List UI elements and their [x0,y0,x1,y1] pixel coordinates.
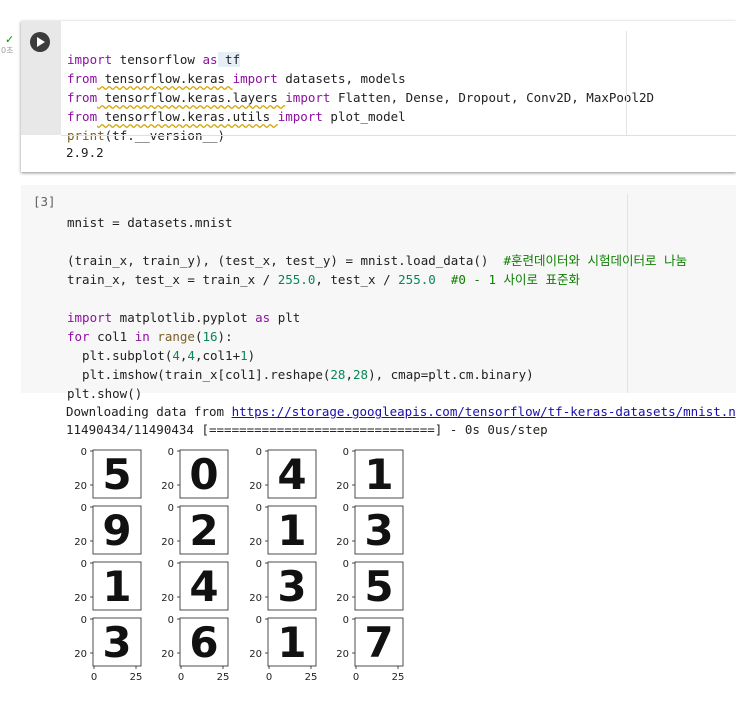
subplot-6: 2020 [161,503,229,555]
execution-count: [3] [33,194,56,209]
code-line-4: from tensorflow.keras.utils import plot_… [67,109,406,124]
code-editor[interactable]: import tensorflow as tf from tensorflow.… [67,31,654,145]
digit-image: 1 [277,506,306,555]
x-tick-label: 0 [266,672,272,683]
y-tick-label: 20 [336,593,349,604]
y-tick-label: 0 [256,615,262,626]
y-tick-label: 20 [74,537,87,548]
code-line-1: import tensorflow as tf [67,52,241,67]
y-tick-label: 0 [256,503,262,514]
y-tick-label: 20 [336,537,349,548]
subplot-1: 5 0 20 [74,447,142,499]
code-line-8: plt.subplot(4,4,col1+1) [67,348,256,363]
y-tick-label: 20 [161,481,174,492]
subplot-11: 3 0 20 [249,559,317,611]
y-tick-label: 0 [168,559,174,570]
x-tick-label: 0 [178,672,184,683]
x-tick-label: 25 [130,672,143,683]
y-tick-label: 20 [249,481,262,492]
progress-line: 11490434/11490434 [=====================… [66,422,548,437]
subplot-16: 70200 25 [336,615,404,683]
code-line-2: from tensorflow.keras import datasets, m… [67,71,406,86]
subplot-3: 4 0 20 [249,447,317,499]
download-message: Downloading data from https://storage.go… [66,402,736,421]
output-separator [61,135,736,136]
y-tick-label: 20 [336,649,349,660]
digit-image: 3 [277,562,306,611]
y-tick-label: 20 [74,649,87,660]
subplot-4: 1 0 20 [336,447,404,499]
y-tick-label: 0 [81,503,87,514]
y-tick-label: 20 [249,537,262,548]
x-tick-label: 0 [91,672,97,683]
digit-image: 3 [102,618,131,667]
digit-image: 7 [364,618,393,667]
y-tick-label: 0 [343,503,349,514]
cell-gutter [21,21,61,135]
digit-image: 3 [364,506,393,555]
code-line-6: import matplotlib.pyplot as plt [67,310,301,325]
x-tick-label: 25 [305,672,318,683]
ruler-line [626,31,627,135]
subplot-8: 3 0 20 [336,503,404,555]
digit-image: 1 [364,450,393,499]
y-tick-label: 20 [249,593,262,604]
y-tick-label: 20 [161,537,174,548]
digit-image: 1 [102,562,131,611]
digit-image: 1 [277,618,306,667]
y-tick-label: 0 [81,615,87,626]
digit-image: 4 [277,450,306,499]
digit-image-grid: 5020 0020 4020 10209020 2020 1020 30201020 4020… [74,447,404,683]
y-tick-label: 20 [161,649,174,660]
play-icon [37,37,45,47]
cell-output: 2.9.2 [66,145,104,160]
code-line-4: train_x, test_x = train_x / 255.0, test_… [67,272,581,287]
download-link[interactable]: https://storage.googleapis.com/tensorflo… [232,404,736,419]
y-tick-label: 0 [256,447,262,458]
code-line-7: for col1 in range(16): [67,329,233,344]
code-line-10: plt.show() [67,386,143,401]
digit-image: 2 [189,506,218,555]
y-tick-label: 0 [343,447,349,458]
run-cell-button[interactable] [30,32,50,52]
subplot-2: 0 0 20 [161,447,229,499]
subplot-13: 30200 25 [74,615,142,683]
subplot-7: 1 0 20 [249,503,317,555]
code-cell-1[interactable]: import tensorflow as tf from tensorflow.… [21,21,736,172]
y-tick-label: 0 [168,503,174,514]
x-tick-label: 25 [217,672,230,683]
digit-image: 5 [102,450,131,499]
x-tick-label: 0 [353,672,359,683]
y-tick-label: 20 [249,649,262,660]
code-line-9: plt.imshow(train_x[col1].reshape(28,28),… [67,367,534,382]
y-tick-label: 0 [343,615,349,626]
subplot-5: 9 0 20 [74,503,142,555]
subplot-15: 10200 25 [249,615,317,683]
digit-image: 5 [364,562,393,611]
subplot-12: 5 0 20 [336,559,404,611]
subplot-14: 60200 25 [161,615,229,683]
digit-image: 9 [102,506,131,555]
digit-image: 0 [189,450,218,499]
code-editor[interactable]: mnist = datasets.mnist (train_x, train_y… [67,194,687,403]
y-tick-label: 20 [336,481,349,492]
execution-time: 0초 [1,46,14,55]
digit-image: 4 [189,562,218,611]
y-tick-label: 20 [161,593,174,604]
y-tick-label: 0 [81,447,87,458]
y-tick-label: 20 [74,593,87,604]
subplot-10: 4 0 20 [161,559,229,611]
digit-image: 6 [189,618,218,667]
y-tick-label: 0 [256,559,262,570]
y-tick-label: 0 [168,615,174,626]
y-tick-label: 20 [74,481,87,492]
subplot-9: 1 0 20 [74,559,142,611]
y-tick-label: 0 [343,559,349,570]
code-line-3: from tensorflow.keras.layers import Flat… [67,90,655,105]
code-line-3: (train_x, train_y), (test_x, test_y) = m… [67,253,688,268]
x-tick-label: 25 [392,672,405,683]
y-tick-label: 0 [81,559,87,570]
code-line-1: mnist = datasets.mnist [67,215,233,230]
y-tick-label: 0 [168,447,174,458]
